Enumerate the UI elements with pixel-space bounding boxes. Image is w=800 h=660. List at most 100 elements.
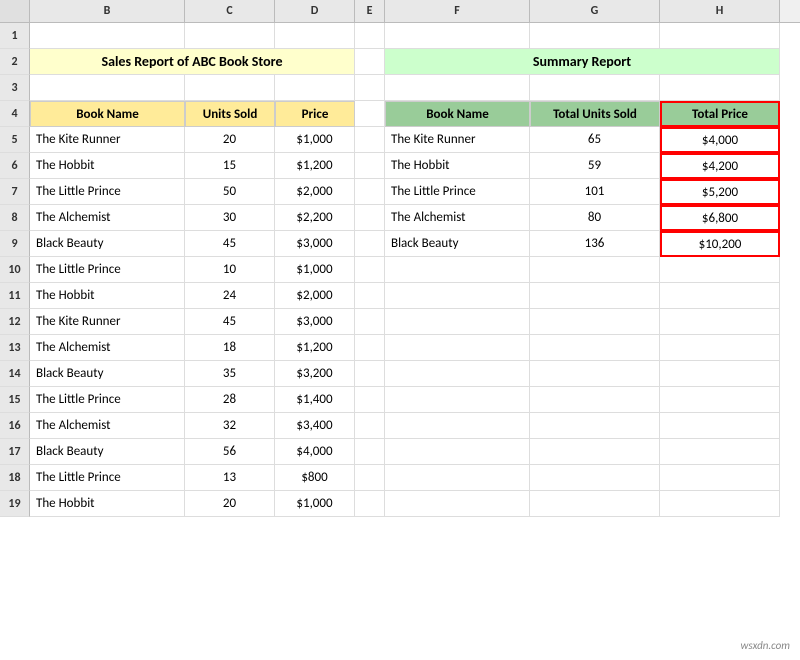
cell-f18[interactable] <box>385 465 530 491</box>
cell-g9[interactable]: 136 <box>530 231 660 257</box>
cell-d9[interactable]: $3,000 <box>275 231 355 257</box>
col-header-d[interactable]: D <box>275 0 355 22</box>
cell-e15[interactable] <box>355 387 385 413</box>
cell-b16[interactable]: The Alchemist <box>30 413 185 439</box>
cell-e10[interactable] <box>355 257 385 283</box>
cell-h11[interactable] <box>660 283 780 309</box>
cell-f15[interactable] <box>385 387 530 413</box>
cell-d11[interactable]: $2,000 <box>275 283 355 309</box>
cell-e3[interactable] <box>355 75 385 101</box>
cell-b5[interactable]: The Kite Runner <box>30 127 185 153</box>
cell-f9[interactable]: Black Beauty <box>385 231 530 257</box>
cell-e7[interactable] <box>355 179 385 205</box>
cell-f3[interactable] <box>385 75 530 101</box>
cell-g7[interactable]: 101 <box>530 179 660 205</box>
cell-g16[interactable] <box>530 413 660 439</box>
cell-b9[interactable]: Black Beauty <box>30 231 185 257</box>
cell-b17[interactable]: Black Beauty <box>30 439 185 465</box>
cell-c16[interactable]: 32 <box>185 413 275 439</box>
cell-d17[interactable]: $4,000 <box>275 439 355 465</box>
cell-h17[interactable] <box>660 439 780 465</box>
cell-b12[interactable]: The Kite Runner <box>30 309 185 335</box>
cell-h6[interactable]: $4,200 <box>660 153 780 179</box>
cell-f16[interactable] <box>385 413 530 439</box>
cell-e11[interactable] <box>355 283 385 309</box>
cell-d3[interactable] <box>275 75 355 101</box>
cell-d16[interactable]: $3,400 <box>275 413 355 439</box>
col-header-f[interactable]: F <box>385 0 530 22</box>
cell-g6[interactable]: 59 <box>530 153 660 179</box>
cell-f10[interactable] <box>385 257 530 283</box>
cell-g14[interactable] <box>530 361 660 387</box>
cell-f11[interactable] <box>385 283 530 309</box>
cell-e13[interactable] <box>355 335 385 361</box>
cell-g3[interactable] <box>530 75 660 101</box>
col-header-g[interactable]: G <box>530 0 660 22</box>
cell-f12[interactable] <box>385 309 530 335</box>
cell-c5[interactable]: 20 <box>185 127 275 153</box>
cell-g5[interactable]: 65 <box>530 127 660 153</box>
cell-e18[interactable] <box>355 465 385 491</box>
cell-h12[interactable] <box>660 309 780 335</box>
cell-e1[interactable] <box>355 23 385 49</box>
cell-b15[interactable]: The Little Prince <box>30 387 185 413</box>
cell-e19[interactable] <box>355 491 385 517</box>
cell-f17[interactable] <box>385 439 530 465</box>
cell-e9[interactable] <box>355 231 385 257</box>
cell-h8[interactable]: $6,800 <box>660 205 780 231</box>
cell-b1[interactable] <box>30 23 185 49</box>
cell-b10[interactable]: The Little Prince <box>30 257 185 283</box>
cell-b18[interactable]: The Little Prince <box>30 465 185 491</box>
cell-h1[interactable] <box>660 23 780 49</box>
cell-d1[interactable] <box>275 23 355 49</box>
col-header-e[interactable]: E <box>355 0 385 22</box>
cell-f14[interactable] <box>385 361 530 387</box>
cell-c1[interactable] <box>185 23 275 49</box>
cell-e16[interactable] <box>355 413 385 439</box>
cell-c3[interactable] <box>185 75 275 101</box>
cell-c17[interactable]: 56 <box>185 439 275 465</box>
cell-g11[interactable] <box>530 283 660 309</box>
cell-g1[interactable] <box>530 23 660 49</box>
cell-f13[interactable] <box>385 335 530 361</box>
cell-d13[interactable]: $1,200 <box>275 335 355 361</box>
cell-c11[interactable]: 24 <box>185 283 275 309</box>
cell-f7[interactable]: The Little Prince <box>385 179 530 205</box>
cell-h7[interactable]: $5,200 <box>660 179 780 205</box>
cell-d5[interactable]: $1,000 <box>275 127 355 153</box>
cell-h9[interactable]: $10,200 <box>660 231 780 257</box>
cell-g8[interactable]: 80 <box>530 205 660 231</box>
cell-h16[interactable] <box>660 413 780 439</box>
cell-c15[interactable]: 28 <box>185 387 275 413</box>
cell-c13[interactable]: 18 <box>185 335 275 361</box>
cell-h3[interactable] <box>660 75 780 101</box>
col-header-h[interactable]: H <box>660 0 780 22</box>
cell-d6[interactable]: $1,200 <box>275 153 355 179</box>
cell-e14[interactable] <box>355 361 385 387</box>
cell-d15[interactable]: $1,400 <box>275 387 355 413</box>
cell-d8[interactable]: $2,200 <box>275 205 355 231</box>
cell-e4[interactable] <box>355 101 385 127</box>
cell-h19[interactable] <box>660 491 780 517</box>
cell-b3[interactable] <box>30 75 185 101</box>
cell-c12[interactable]: 45 <box>185 309 275 335</box>
cell-f6[interactable]: The Hobbit <box>385 153 530 179</box>
cell-g13[interactable] <box>530 335 660 361</box>
col-header-b[interactable]: B <box>30 0 185 22</box>
cell-e2[interactable] <box>355 49 385 75</box>
cell-e8[interactable] <box>355 205 385 231</box>
cell-g12[interactable] <box>530 309 660 335</box>
cell-e17[interactable] <box>355 439 385 465</box>
cell-f8[interactable]: The Alchemist <box>385 205 530 231</box>
cell-e5[interactable] <box>355 127 385 153</box>
cell-c19[interactable]: 20 <box>185 491 275 517</box>
cell-g18[interactable] <box>530 465 660 491</box>
cell-d19[interactable]: $1,000 <box>275 491 355 517</box>
cell-g15[interactable] <box>530 387 660 413</box>
cell-g17[interactable] <box>530 439 660 465</box>
cell-f19[interactable] <box>385 491 530 517</box>
cell-c7[interactable]: 50 <box>185 179 275 205</box>
cell-e6[interactable] <box>355 153 385 179</box>
cell-d10[interactable]: $1,000 <box>275 257 355 283</box>
cell-b13[interactable]: The Alchemist <box>30 335 185 361</box>
